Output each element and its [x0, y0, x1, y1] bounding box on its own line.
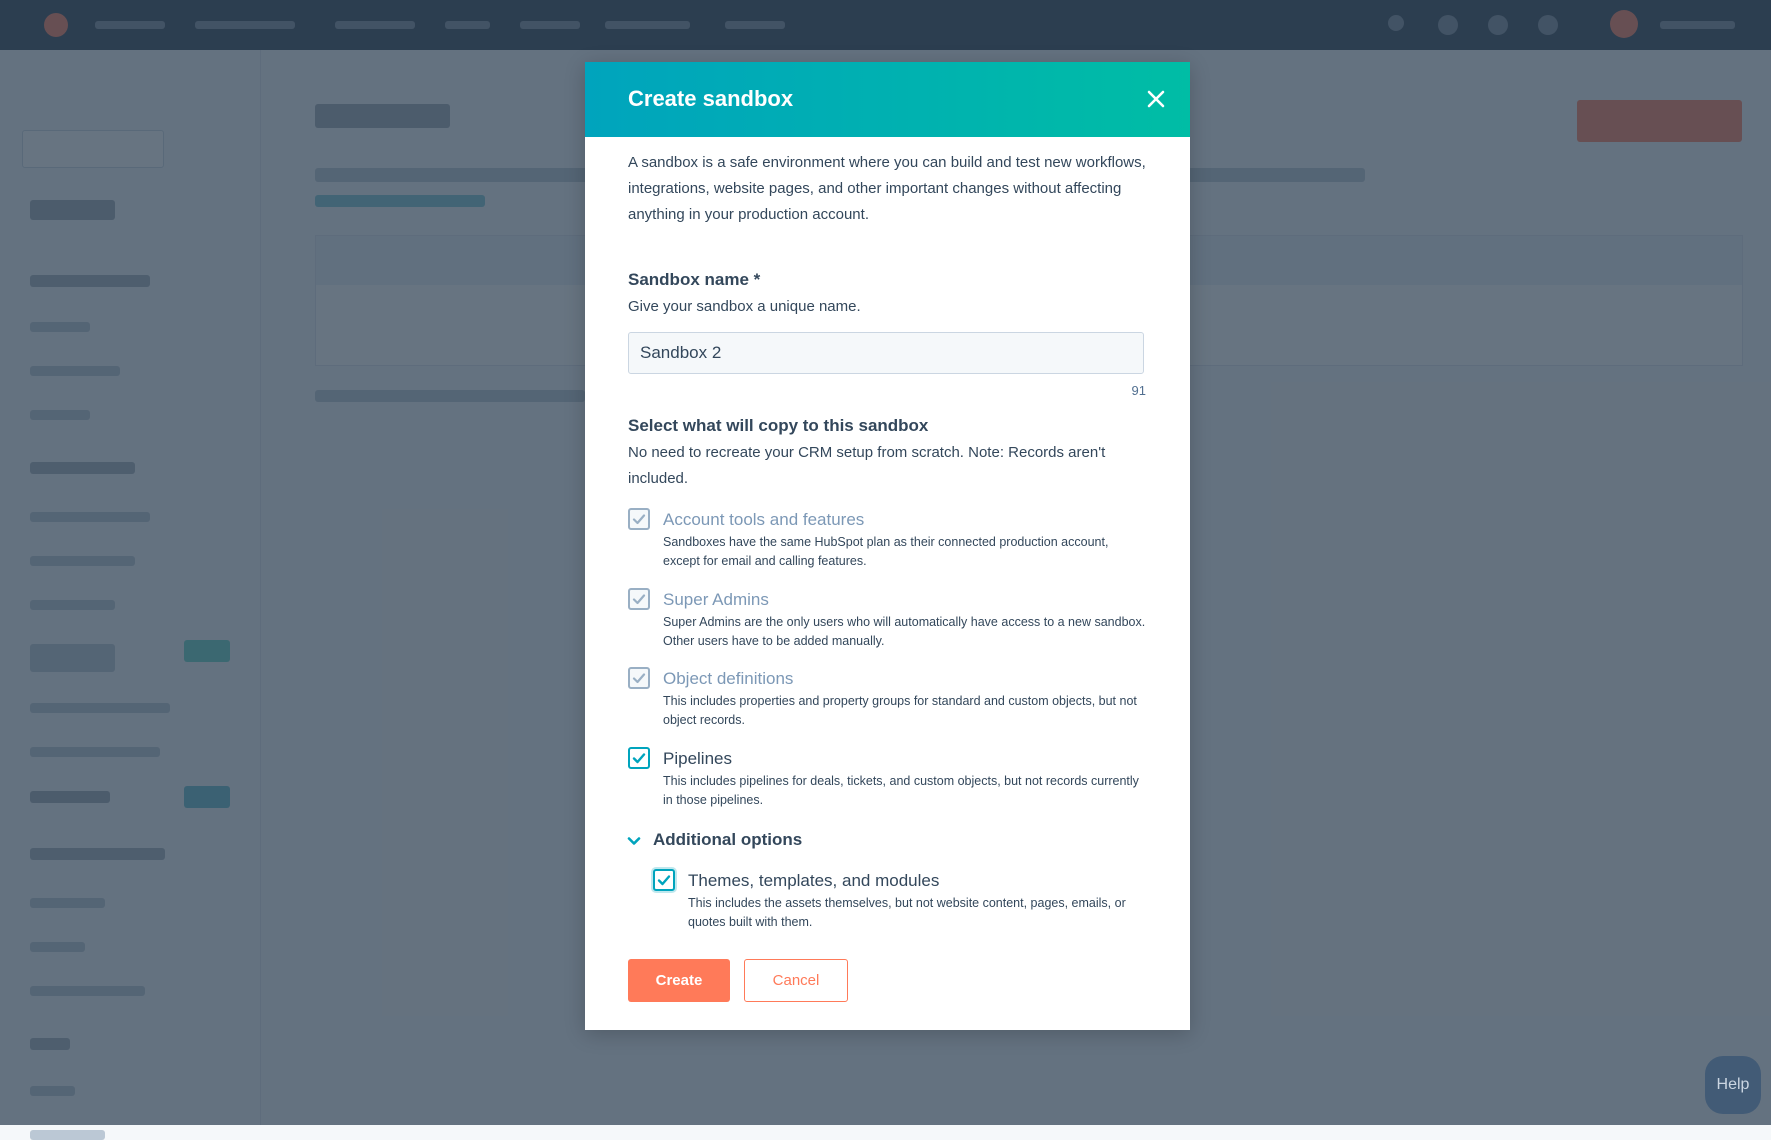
- option-label[interactable]: Object definitions: [663, 669, 793, 689]
- checkmark-icon: [632, 514, 646, 525]
- checkbox-super-admins[interactable]: [628, 588, 650, 610]
- create-button[interactable]: Create: [628, 959, 730, 1002]
- option-label[interactable]: Account tools and features: [663, 510, 864, 530]
- sandbox-name-label: Sandbox name *: [628, 270, 761, 289]
- option-label[interactable]: Pipelines: [663, 749, 732, 769]
- modal-title: Create sandbox: [628, 86, 794, 111]
- checkbox-themes-templates[interactable]: [653, 869, 675, 891]
- option-description: Sandboxes have the same HubSpot plan as …: [663, 535, 1109, 568]
- option-description: Super Admins are the only users who will…: [663, 615, 1146, 648]
- checkbox-account-tools[interactable]: [628, 508, 650, 530]
- checkbox-object-definitions[interactable]: [628, 667, 650, 689]
- create-sandbox-modal: Create sandbox A sandbox is a safe envir…: [585, 62, 1190, 1030]
- checkmark-icon: [657, 875, 671, 886]
- copy-section-title: Select what will copy to this sandbox: [628, 416, 929, 435]
- additional-options-label: Additional options: [653, 830, 803, 849]
- checkmark-icon: [632, 753, 646, 764]
- checkmark-icon: [632, 673, 646, 684]
- option-label[interactable]: Themes, templates, and modules: [688, 871, 939, 891]
- sandbox-name-help: Give your sandbox a unique name.: [628, 298, 861, 315]
- option-description: This includes pipelines for deals, ticke…: [663, 774, 1139, 807]
- sandbox-name-input[interactable]: [628, 332, 1144, 374]
- option-label[interactable]: Super Admins: [663, 590, 769, 610]
- modal-intro: A sandbox is a safe environment where yo…: [628, 154, 1146, 223]
- modal-header: Create sandbox: [585, 62, 1190, 137]
- character-count: 91: [1131, 383, 1146, 398]
- option-description: This includes the assets themselves, but…: [688, 896, 1126, 929]
- cancel-button[interactable]: Cancel: [744, 959, 848, 1002]
- copy-section-description: No need to recreate your CRM setup from …: [628, 444, 1106, 487]
- close-icon: [1147, 90, 1165, 108]
- help-button[interactable]: Help: [1705, 1056, 1761, 1114]
- checkbox-pipelines[interactable]: [628, 747, 650, 769]
- chevron-down-icon: [627, 837, 641, 845]
- sidebar-item[interactable]: [30, 1130, 105, 1140]
- option-description: This includes properties and property gr…: [663, 694, 1137, 727]
- checkmark-icon: [632, 594, 646, 605]
- close-button[interactable]: [1141, 84, 1171, 114]
